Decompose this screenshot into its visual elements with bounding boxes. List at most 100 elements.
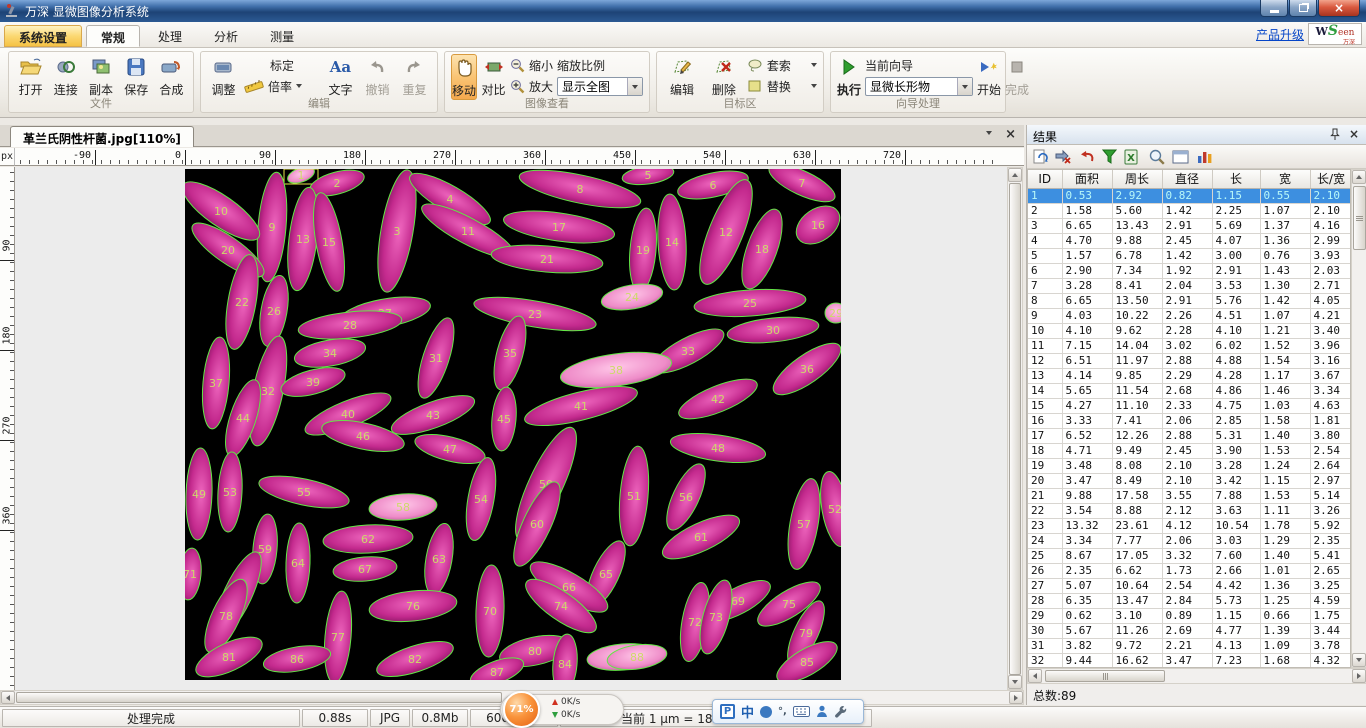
table-cell[interactable]: 2.91 (1212, 263, 1260, 278)
table-cell[interactable]: 1.03 (1260, 398, 1310, 413)
table-cell[interactable]: 2.97 (1310, 473, 1351, 488)
table-cell[interactable]: 7.41 (1112, 413, 1162, 428)
ime-wrench-icon[interactable] (834, 705, 847, 718)
table-cell[interactable]: 5.65 (1062, 383, 1112, 398)
table-cell[interactable]: 9.85 (1112, 368, 1162, 383)
table-cell[interactable]: 1.78 (1260, 518, 1310, 533)
table-cell[interactable]: 1.54 (1260, 353, 1310, 368)
table-cell[interactable]: 4.12 (1162, 518, 1212, 533)
start-button[interactable]: 开始 (977, 54, 1001, 100)
table-cell[interactable]: 8.67 (1062, 548, 1112, 563)
ime-keyboard-icon[interactable] (793, 706, 810, 717)
table-row[interactable]: 36.6513.432.915.691.374.16 (1028, 218, 1351, 233)
table-cell[interactable]: 9.44 (1062, 653, 1112, 668)
results-vertical-scrollbar[interactable] (1351, 169, 1366, 668)
table-cell[interactable]: 1.40 (1260, 548, 1310, 563)
table-cell[interactable]: 2.54 (1310, 443, 1351, 458)
calibrate-button[interactable]: 标定 (244, 56, 320, 74)
table-cell[interactable]: 31 (1028, 638, 1062, 653)
table-cell[interactable]: 8.41 (1112, 278, 1162, 293)
table-cell[interactable]: 0.55 (1260, 188, 1310, 203)
table-cell[interactable]: 1.25 (1260, 593, 1310, 608)
table-cell[interactable]: 2 (1028, 203, 1062, 218)
table-cell[interactable]: 6.52 (1062, 428, 1112, 443)
table-cell[interactable]: 2.66 (1212, 563, 1260, 578)
table-cell[interactable]: 5.67 (1062, 623, 1112, 638)
table-cell[interactable]: 7 (1028, 278, 1062, 293)
table-row[interactable]: 262.356.621.732.661.012.65 (1028, 563, 1351, 578)
table-cell[interactable]: 1.53 (1260, 488, 1310, 503)
table-cell[interactable]: 1.43 (1260, 263, 1310, 278)
table-cell[interactable]: 2.69 (1162, 623, 1212, 638)
table-cell[interactable]: 25 (1028, 548, 1062, 563)
table-cell[interactable]: 2.91 (1162, 218, 1212, 233)
table-cell[interactable]: 1.68 (1260, 653, 1310, 668)
table-row[interactable]: 10.532.920.821.150.552.10 (1028, 188, 1351, 203)
table-cell[interactable]: 4.28 (1212, 368, 1260, 383)
table-cell[interactable]: 2.04 (1162, 278, 1212, 293)
table-cell[interactable]: 1.40 (1260, 428, 1310, 443)
table-cell[interactable]: 4.16 (1310, 218, 1351, 233)
refresh-results-icon[interactable] (1033, 149, 1048, 165)
table-cell[interactable]: 9.49 (1112, 443, 1162, 458)
table-cell[interactable]: 4.88 (1212, 353, 1260, 368)
table-cell[interactable]: 2.10 (1162, 473, 1212, 488)
table-cell[interactable]: 1.42 (1162, 203, 1212, 218)
table-cell[interactable]: 0.82 (1162, 188, 1212, 203)
table-cell[interactable]: 2.06 (1162, 413, 1212, 428)
table-cell[interactable]: 1.81 (1310, 413, 1351, 428)
table-cell[interactable]: 8.49 (1112, 473, 1162, 488)
table-cell[interactable]: 2.06 (1162, 533, 1212, 548)
scroll-right-icon[interactable] (1009, 691, 1023, 704)
table-cell[interactable]: 22 (1028, 503, 1062, 518)
table-cell[interactable]: 4.42 (1212, 578, 1260, 593)
panel-icon[interactable] (1172, 150, 1189, 164)
table-cell[interactable]: 26 (1028, 563, 1062, 578)
table-cell[interactable]: 6.51 (1062, 353, 1112, 368)
ime-shape-icon[interactable] (760, 706, 772, 718)
table-cell[interactable]: 4.63 (1310, 398, 1351, 413)
table-cell[interactable]: 2.68 (1162, 383, 1212, 398)
table-cell[interactable]: 3.26 (1310, 503, 1351, 518)
copy-button[interactable]: 副本 (85, 54, 116, 100)
adjust-button[interactable]: 调整 (207, 54, 240, 100)
column-header[interactable]: 宽 (1260, 170, 1310, 188)
table-row[interactable]: 286.3513.472.845.731.254.59 (1028, 593, 1351, 608)
table-cell[interactable]: 3.33 (1062, 413, 1112, 428)
table-cell[interactable]: 3.25 (1310, 578, 1351, 593)
export-delete-icon[interactable] (1055, 149, 1072, 164)
table-row[interactable]: 73.288.412.043.531.302.71 (1028, 278, 1351, 293)
table-cell[interactable]: 1.11 (1260, 503, 1310, 518)
table-cell[interactable]: 2.12 (1162, 503, 1212, 518)
tab-general[interactable]: 常规 (86, 25, 140, 47)
table-cell[interactable]: 5.31 (1212, 428, 1260, 443)
table-cell[interactable]: 3.44 (1310, 623, 1351, 638)
table-cell[interactable]: 3.03 (1212, 533, 1260, 548)
table-cell[interactable]: 3.78 (1310, 638, 1351, 653)
table-cell[interactable]: 1.36 (1260, 233, 1310, 248)
table-row[interactable]: 117.1514.043.026.021.523.96 (1028, 338, 1351, 353)
table-cell[interactable]: 5.07 (1062, 578, 1112, 593)
table-cell[interactable]: 2.65 (1310, 563, 1351, 578)
table-cell[interactable]: 3.10 (1112, 608, 1162, 623)
table-cell[interactable]: 30 (1028, 623, 1062, 638)
table-cell[interactable]: 2.03 (1310, 263, 1351, 278)
table-cell[interactable]: 2.45 (1162, 443, 1212, 458)
table-cell[interactable]: 3.53 (1212, 278, 1260, 293)
table-cell[interactable]: 3.54 (1062, 503, 1112, 518)
table-cell[interactable]: 3.28 (1212, 458, 1260, 473)
magnification-button[interactable]: 倍率 (244, 77, 320, 95)
table-cell[interactable]: 0.53 (1062, 188, 1112, 203)
tab-measure[interactable]: 测量 (256, 25, 308, 47)
results-vscroll-thumb[interactable] (1353, 186, 1366, 250)
table-cell[interactable]: 19 (1028, 458, 1062, 473)
table-cell[interactable]: 20 (1028, 473, 1062, 488)
table-cell[interactable]: 4.32 (1310, 653, 1351, 668)
table-cell[interactable]: 8.88 (1112, 503, 1162, 518)
table-cell[interactable]: 2.54 (1162, 578, 1212, 593)
table-cell[interactable]: 5 (1028, 248, 1062, 263)
table-cell[interactable]: 1.07 (1260, 203, 1310, 218)
table-row[interactable]: 126.5111.972.884.881.543.16 (1028, 353, 1351, 368)
table-cell[interactable]: 3.55 (1162, 488, 1212, 503)
table-cell[interactable]: 14.04 (1112, 338, 1162, 353)
